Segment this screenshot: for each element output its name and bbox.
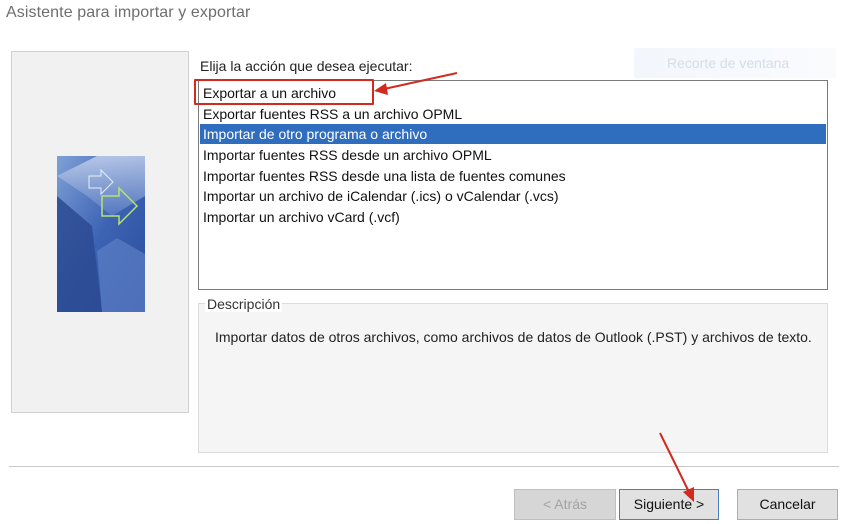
annotation-arrows: [374, 72, 694, 502]
annotation-arrow-top-icon: [374, 72, 458, 95]
annotation-arrow-bottom-icon: [659, 432, 694, 502]
